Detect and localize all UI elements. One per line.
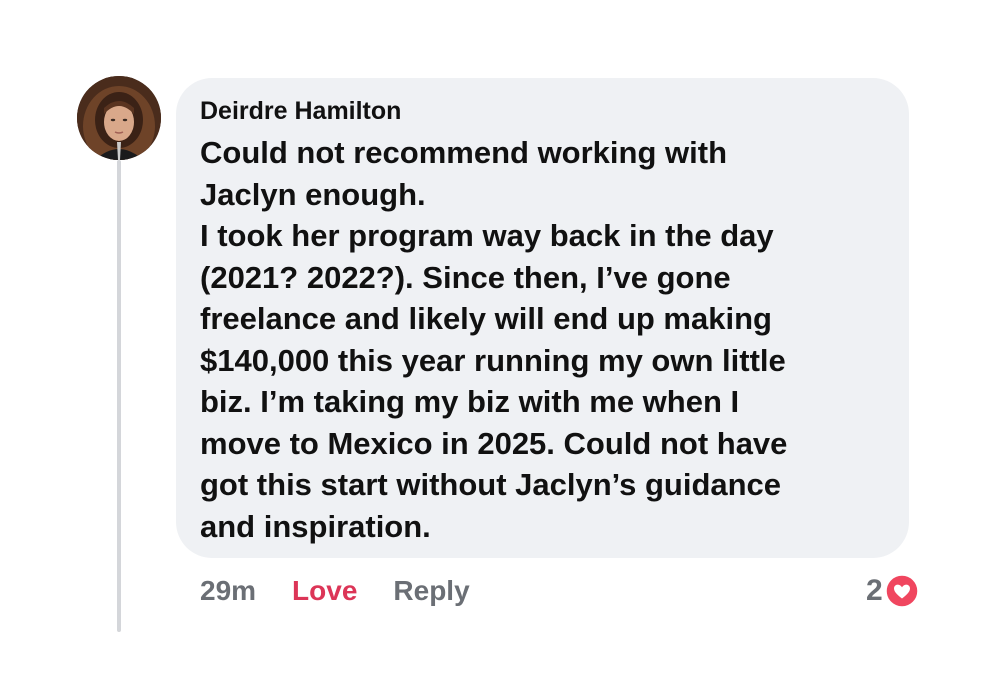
comment-actions: 29m Love Reply xyxy=(200,571,470,611)
reaction-count: 2 xyxy=(866,574,883,607)
love-button[interactable]: Love xyxy=(292,575,357,607)
comment-timestamp[interactable]: 29m xyxy=(200,575,256,607)
comment-line: (2021? 2022?). Since then, I’ve gone xyxy=(200,259,731,295)
comment-line: I took her program way back in the day xyxy=(200,218,774,253)
comment-line: freelance and likely will end up making xyxy=(200,301,772,336)
comment-line: move to Mexico in 2025. Could not have xyxy=(200,425,788,461)
thread-line xyxy=(117,160,121,632)
comment-author[interactable]: Deirdre Hamilton xyxy=(200,96,885,126)
comment-line: got this start without Jaclyn’s guidance xyxy=(200,467,782,502)
reaction-summary[interactable]: 2 xyxy=(866,571,919,611)
comment-line: biz. I’m taking my biz with me when I xyxy=(200,384,740,419)
comment-line: Jaclyn enough. xyxy=(200,176,426,212)
reply-button[interactable]: Reply xyxy=(393,575,469,607)
comment-bubble: Deirdre Hamilton Could not recommend wor… xyxy=(176,78,909,558)
comment-text: Could not recommend working with Jaclyn … xyxy=(200,132,885,547)
heart-icon xyxy=(884,574,919,608)
avatar-image xyxy=(77,76,161,160)
avatar[interactable] xyxy=(77,76,161,160)
comment-line: $140,000 this year running my own little xyxy=(200,342,786,378)
comment-line: and inspiration. xyxy=(200,508,431,544)
comment-line: Could not recommend working with xyxy=(200,135,727,170)
